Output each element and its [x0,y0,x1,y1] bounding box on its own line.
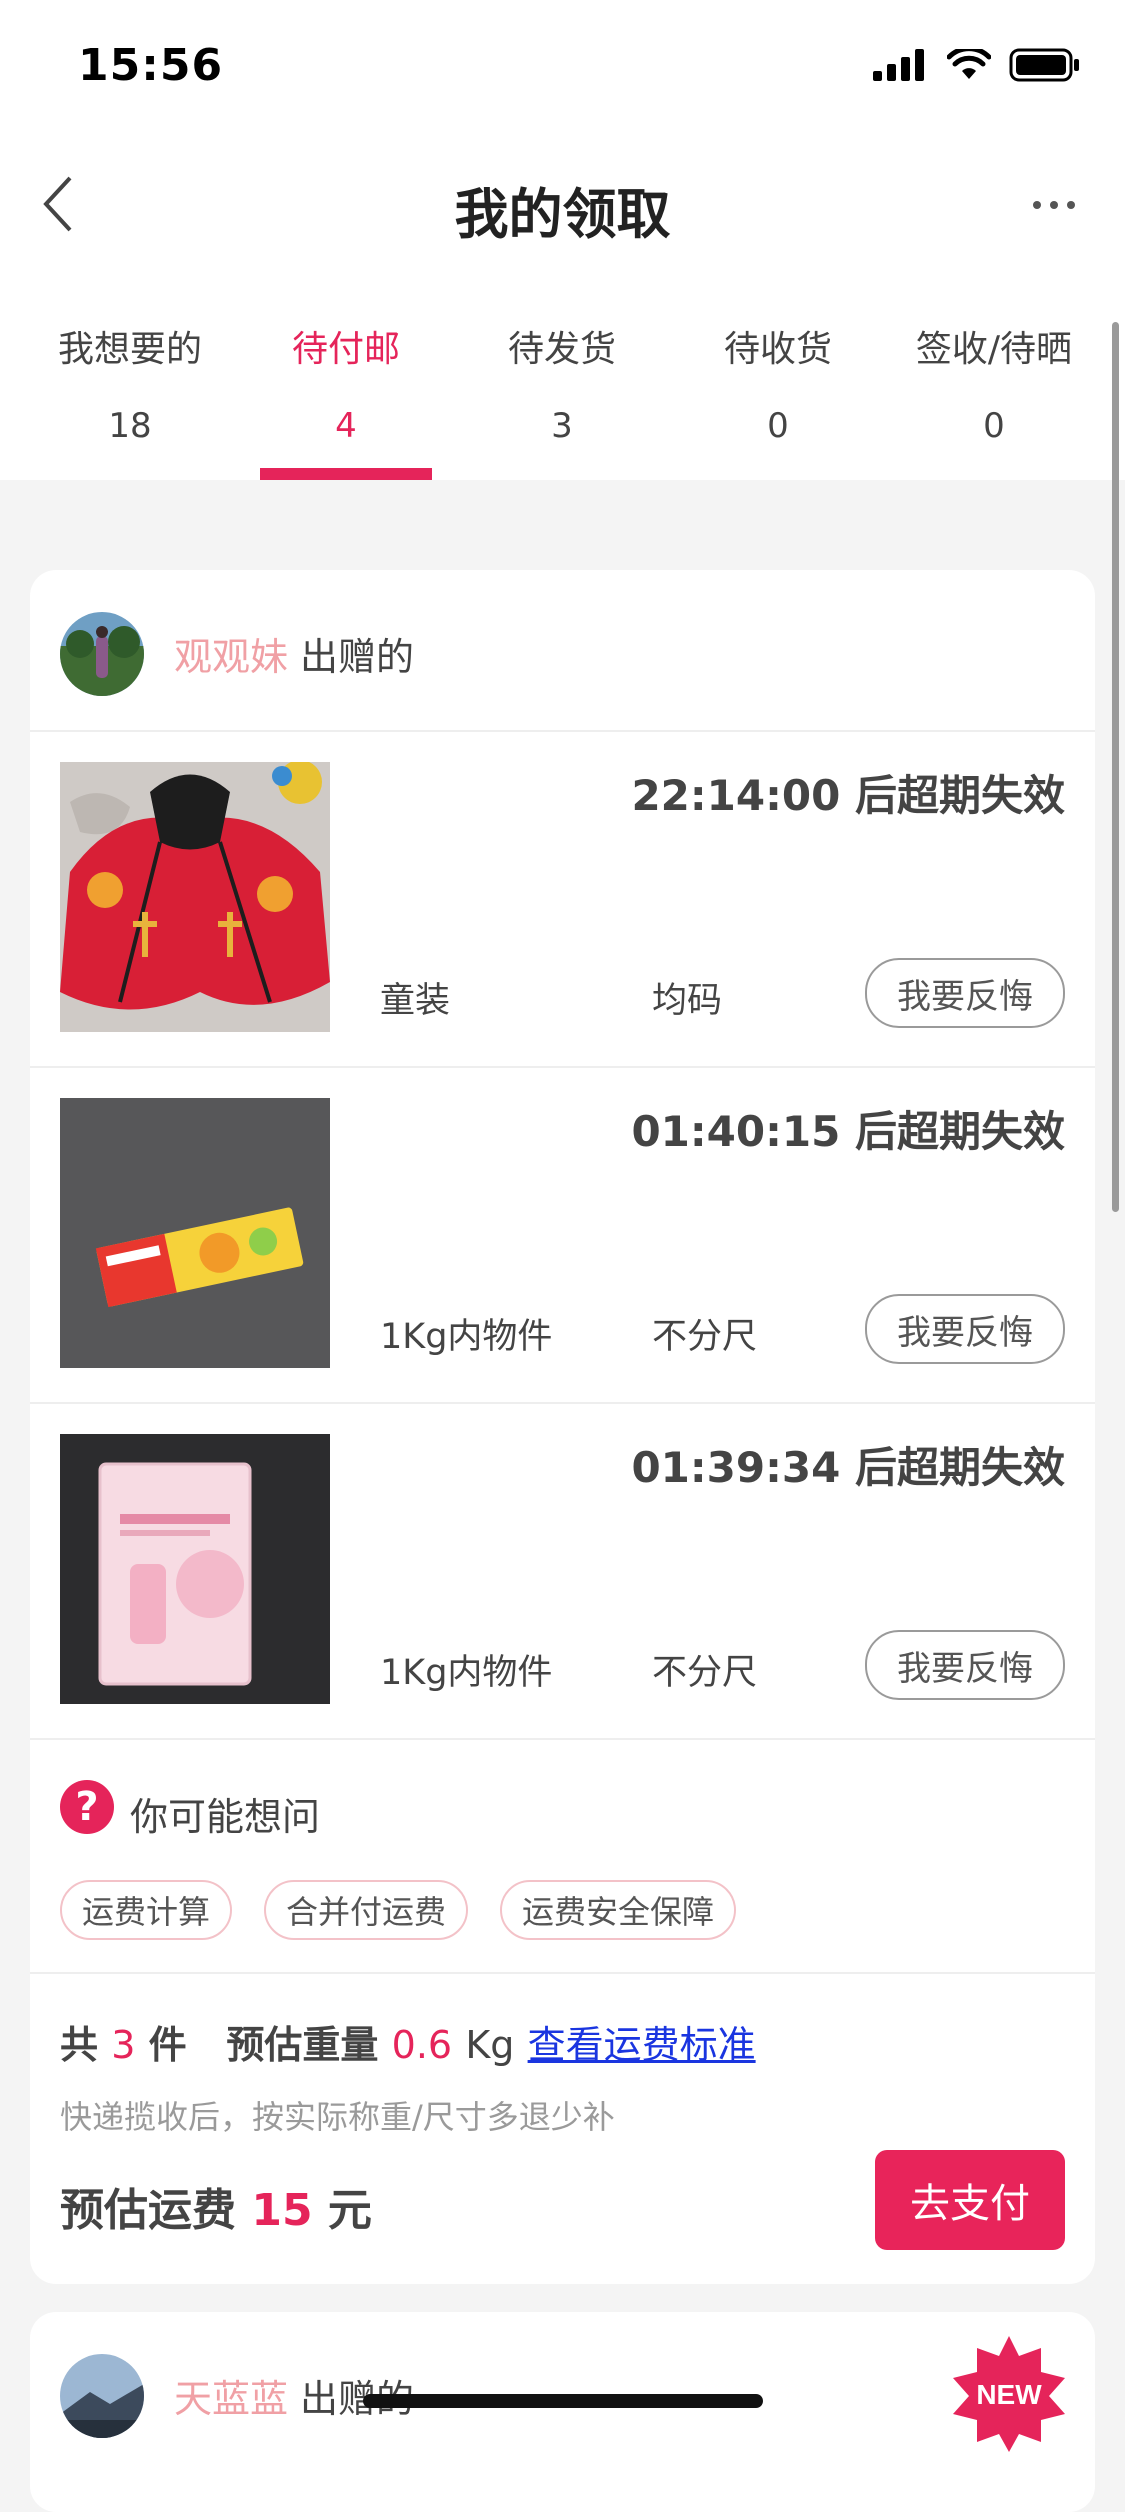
giver-suffix: 出赠的 [300,635,415,679]
faq-tags: 运费计算 合并付运费 运费安全保障 [60,1880,737,1940]
new-badge: NEW [949,2334,1069,2454]
status-bar: 15:56 [0,0,1125,130]
faq-tag-shipping-calc[interactable]: 运费计算 [60,1880,233,1940]
page-title: 我的领取 [454,183,671,246]
status-tabs: 我想要的 18 待付邮 4 待发货 3 待收货 0 签收/待晒 0 [0,280,1125,480]
fee-label: 预估运费 [60,2185,236,2236]
item-size: 不分尺 [652,1653,758,1693]
order-card: 观观妹 出赠的 22:14:00 后超期失效 童装 均码 我要反悔 01:40:… [30,570,1095,2284]
tab-pending-receipt[interactable]: 待收货 0 [670,280,886,480]
weight-label: 预估重量 [226,2023,379,2067]
tab-count: 0 [983,406,1005,446]
giver-header[interactable]: 观观妹 出赠的 [30,570,1095,732]
tab-label: 我想要的 [57,329,202,370]
order-card: 天蓝蓝 出赠的 NEW [30,2312,1095,2512]
giver-name[interactable]: 天蓝蓝 [174,2377,288,2421]
regret-button[interactable]: 我要反悔 [865,1630,1065,1700]
estimated-fee: 预估运费 15 元 [60,2174,372,2238]
avatar[interactable] [60,612,144,696]
order-item[interactable]: 01:39:34 后超期失效 1Kg内物件 不分尺 我要反悔 [30,1404,1095,1740]
tab-pending-postage[interactable]: 待付邮 4 [238,280,454,480]
tab-wanted[interactable]: 我想要的 18 [22,280,238,480]
active-tab-indicator [260,468,432,480]
expiry-countdown: 01:40:15 后超期失效 [631,1107,1065,1156]
tab-count: 3 [551,406,573,446]
wifi-icon [947,49,991,79]
expiry-countdown: 22:14:00 后超期失效 [631,771,1065,820]
pay-button[interactable]: 去支付 [875,2150,1065,2250]
ellipsis-icon [1033,201,1041,209]
item-image-cream[interactable] [60,1434,330,1704]
cellular-signal-icon [873,49,924,81]
order-item[interactable]: 22:14:00 后超期失效 童装 均码 我要反悔 [30,732,1095,1068]
item-image-red-cape[interactable] [60,762,330,1032]
status-time: 15:56 [78,40,224,91]
fee-unit: 元 [327,2185,372,2236]
regret-button[interactable]: 我要反悔 [865,1294,1065,1364]
avatar[interactable] [60,2354,144,2438]
item-size: 不分尺 [652,1317,758,1357]
weight-unit: Kg [465,2023,515,2067]
tab-pending-shipment[interactable]: 待发货 3 [454,280,670,480]
giver-text: 观观妹 出赠的 [174,626,414,681]
tab-label: 待发货 [507,329,616,370]
faq-tag-combined-postage[interactable]: 合并付运费 [264,1880,469,1940]
giver-header[interactable]: 天蓝蓝 出赠的 NEW [30,2312,1095,2472]
home-indicator [363,2394,763,2408]
faq-section: ? 你可能想问 运费计算 合并付运费 运费安全保障 [30,1740,1095,1974]
status-icons [873,48,1081,82]
item-category: 1Kg内物件 [380,1653,553,1693]
count-prefix: 共 [60,2023,99,2067]
item-size: 均码 [652,981,723,1021]
order-summary: 共 3 件 预估重量 0.6 Kg 查看运费标准 快递揽收后，按实际称重/尺寸多… [30,1974,1095,2284]
scrollbar[interactable] [1112,322,1119,1212]
regret-button[interactable]: 我要反悔 [865,958,1065,1028]
giver-name[interactable]: 观观妹 [174,635,288,679]
tab-label: 待付邮 [291,329,400,370]
count-suffix: 件 [148,2023,187,2067]
item-count: 3 [111,2023,136,2067]
faq-tag-shipping-guarantee[interactable]: 运费安全保障 [500,1880,737,1940]
more-button[interactable] [1019,180,1089,230]
summary-line: 共 3 件 预估重量 0.6 Kg 查看运费标准 [60,2014,756,2069]
tab-label: 签收/待晒 [915,329,1073,370]
order-item[interactable]: 01:40:15 后超期失效 1Kg内物件 不分尺 我要反悔 [30,1068,1095,1404]
tab-count: 0 [767,406,789,446]
faq-title: 你可能想问 [130,1795,321,1839]
item-image-toothpaste[interactable] [60,1098,330,1368]
weight-value: 0.6 [391,2023,453,2067]
new-badge-label: NEW [976,2379,1042,2410]
battery-icon [1009,48,1079,82]
tab-label: 待收货 [723,329,832,370]
expiry-countdown: 01:39:34 后超期失效 [631,1443,1065,1492]
shipping-hint: 快递揽收后，按实际称重/尺寸多退少补 [60,2098,615,2136]
shipping-standard-link[interactable]: 查看运费标准 [528,2023,756,2067]
item-category: 1Kg内物件 [380,1317,553,1357]
item-category: 童装 [380,981,451,1021]
tab-signed-share[interactable]: 签收/待晒 0 [886,280,1102,480]
tab-count: 4 [335,406,357,446]
fee-amount: 15 [251,2185,313,2236]
tab-count: 18 [108,406,152,446]
question-icon: ? [60,1780,114,1834]
navigation-bar: 我的领取 [0,130,1125,280]
